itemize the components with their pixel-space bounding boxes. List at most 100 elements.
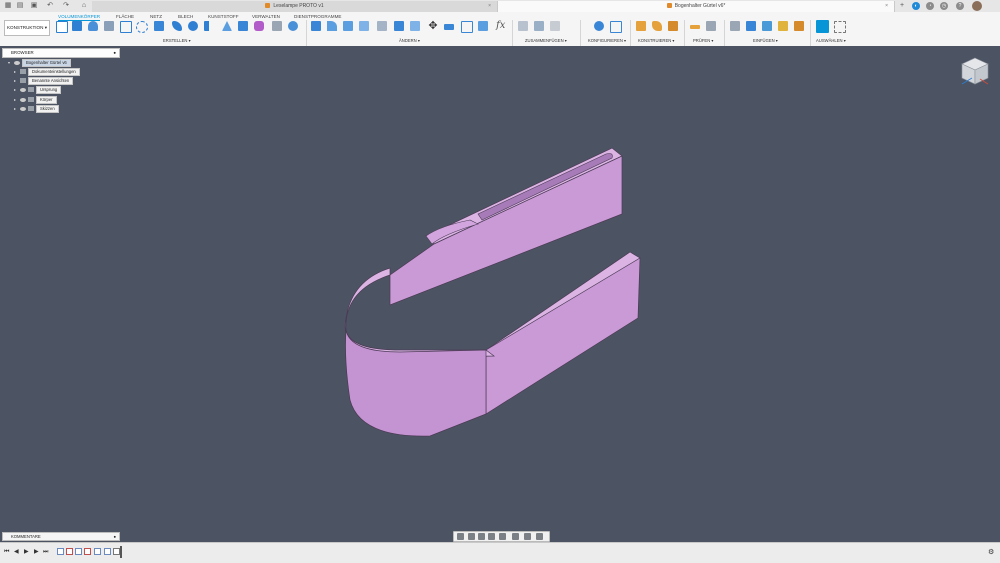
tab-plastic[interactable]: KUNSTSTOFF — [208, 14, 239, 19]
timeline-back-icon[interactable]: ◀ — [14, 549, 20, 556]
viewcube[interactable] — [958, 54, 992, 88]
comments-panel[interactable]: KOMMENTARE ● — [2, 532, 120, 541]
decal-icon[interactable] — [746, 21, 756, 31]
timeline-marker[interactable] — [120, 546, 122, 558]
group-construct-label[interactable]: KONSTRUIEREN ▾ — [638, 38, 675, 43]
combine-icon[interactable] — [410, 21, 420, 31]
joint-icon[interactable] — [534, 21, 544, 31]
timeline-sketch-item[interactable] — [104, 548, 111, 555]
browser-root-item[interactable]: ▾ Bogenhalter Gürtel v6 — [8, 59, 71, 67]
tab-mesh[interactable]: NETZ — [150, 14, 162, 19]
as-built-joint-icon[interactable] — [550, 21, 560, 31]
tab-manage[interactable]: VERWALTEN — [252, 14, 280, 19]
interference-icon[interactable] — [706, 21, 716, 31]
workspace-switcher[interactable]: KONSTRUKTION ▾ — [4, 20, 50, 36]
extrude-icon[interactable] — [72, 21, 82, 31]
sphere-icon[interactable] — [288, 21, 298, 31]
timeline-start-icon[interactable]: ⏮ — [4, 549, 10, 556]
browser-item-document-settings[interactable]: ▸ Dokumenteinstellungen — [14, 68, 80, 76]
thicken-icon[interactable] — [172, 21, 182, 31]
sweep-icon[interactable] — [204, 21, 219, 31]
shell-icon[interactable] — [359, 21, 369, 31]
revolve-icon[interactable] — [88, 21, 98, 31]
pipe-icon[interactable] — [188, 21, 198, 31]
measure-icon[interactable] — [690, 25, 700, 29]
insert-mesh-icon[interactable] — [778, 21, 788, 31]
configuration-table-icon[interactable] — [610, 21, 622, 33]
visibility-icon[interactable] — [20, 87, 26, 92]
group-select-label[interactable]: AUSWÄHLEN ▾ — [816, 38, 846, 43]
browser-item-sketches[interactable]: ▸ Skizzen — [14, 105, 59, 113]
loft-icon[interactable] — [222, 21, 232, 31]
move-icon[interactable]: ✥ — [428, 21, 438, 32]
rectangle-pattern-icon[interactable] — [120, 21, 132, 33]
group-assemble-label[interactable]: ZUSAMMENFÜGEN ▾ — [525, 38, 567, 43]
timeline-forward-icon[interactable]: ▶ — [34, 549, 40, 556]
browser-pin-icon[interactable]: ● — [113, 49, 116, 57]
timeline-settings-icon[interactable]: ⚙ — [988, 549, 994, 556]
rib-icon[interactable] — [238, 21, 248, 31]
parameters-icon[interactable]: fx — [496, 21, 506, 31]
timeline-end-icon[interactable]: ⏭ — [43, 549, 49, 556]
timeline-extrude-item[interactable] — [66, 548, 73, 555]
help-icon[interactable]: ? — [956, 2, 964, 10]
replace-face-icon[interactable] — [461, 21, 473, 33]
viewport-canvas[interactable] — [0, 46, 1000, 542]
add-comment-icon[interactable]: ● — [113, 533, 116, 540]
align-icon[interactable] — [444, 24, 454, 30]
home-icon[interactable]: ⌂ — [80, 2, 88, 10]
browser-panel-header[interactable]: BROWSER ● — [2, 48, 120, 58]
fillet-icon[interactable] — [327, 21, 337, 31]
window-select-icon[interactable] — [834, 21, 846, 33]
create-sketch-icon[interactable] — [56, 21, 68, 33]
scale-icon[interactable] — [394, 21, 404, 31]
file-menu-icon[interactable]: ▤ — [16, 2, 24, 10]
timeline-extrude-item[interactable] — [84, 548, 91, 555]
tab-solid[interactable]: VOLUMENKÖRPER — [58, 14, 101, 21]
form-icon[interactable] — [254, 21, 264, 31]
avatar[interactable] — [972, 1, 982, 11]
chamfer-icon[interactable] — [343, 21, 353, 31]
timeline-fillet-item[interactable] — [94, 548, 101, 555]
model-view[interactable] — [0, 46, 1000, 542]
timeline-cut-item[interactable] — [113, 548, 120, 555]
tab-surface[interactable]: FLÄCHE — [116, 14, 134, 19]
press-pull-icon[interactable] — [311, 21, 321, 31]
timeline-sketch-item[interactable] — [75, 548, 82, 555]
browser-item-bodies[interactable]: ▸ Körper — [14, 96, 57, 104]
fit-icon[interactable] — [499, 533, 506, 540]
job-status-icon[interactable]: ◔ — [926, 2, 934, 10]
new-tab-button[interactable]: + — [898, 2, 906, 10]
visibility-icon[interactable] — [20, 106, 26, 111]
browser-item-named-views[interactable]: ▸ Benannte Ansichten — [14, 77, 74, 85]
document-tab-leselampe[interactable]: Leselampe PROTO v1 × — [92, 1, 497, 12]
group-configure-label[interactable]: KONFIGURIEREN ▾ — [588, 38, 626, 43]
mirror-icon[interactable] — [154, 21, 164, 31]
configure-icon[interactable] — [594, 21, 604, 31]
split-face-icon[interactable] — [478, 21, 488, 31]
group-modify-label[interactable]: ÄNDERN ▾ — [399, 38, 420, 43]
zoom-icon[interactable] — [488, 533, 495, 540]
derive-icon[interactable] — [272, 21, 282, 31]
group-create-label[interactable]: ERSTELLEN ▾ — [163, 38, 191, 43]
timeline-sketch-item[interactable] — [57, 548, 64, 555]
close-tab-icon[interactable]: × — [488, 1, 491, 12]
grid-settings-icon[interactable] — [524, 533, 531, 540]
redo-icon[interactable]: ↷ — [62, 2, 70, 10]
visibility-icon[interactable] — [14, 60, 20, 65]
undo-icon[interactable]: ↶ — [46, 2, 54, 10]
tab-sheet-metal[interactable]: BLECH — [178, 14, 193, 19]
save-icon[interactable]: ▣ — [30, 2, 38, 10]
group-insert-label[interactable]: EINFÜGEN ▾ — [753, 38, 778, 43]
insert-derive-icon[interactable] — [730, 21, 740, 31]
timeline-play-icon[interactable]: ▶ — [24, 549, 30, 556]
group-inspect-label[interactable]: PRÜFEN ▾ — [693, 38, 713, 43]
draft-icon[interactable] — [377, 21, 387, 31]
plane-at-angle-icon[interactable] — [652, 21, 662, 31]
look-at-icon[interactable] — [468, 533, 475, 540]
offset-plane-icon[interactable] — [636, 21, 646, 31]
document-tab-bogenhalter[interactable]: Bogenhalter Gürtel v6* × — [497, 1, 895, 12]
select-icon[interactable] — [816, 20, 829, 33]
orbit-icon[interactable] — [457, 533, 464, 540]
circular-pattern-icon[interactable] — [136, 21, 148, 33]
